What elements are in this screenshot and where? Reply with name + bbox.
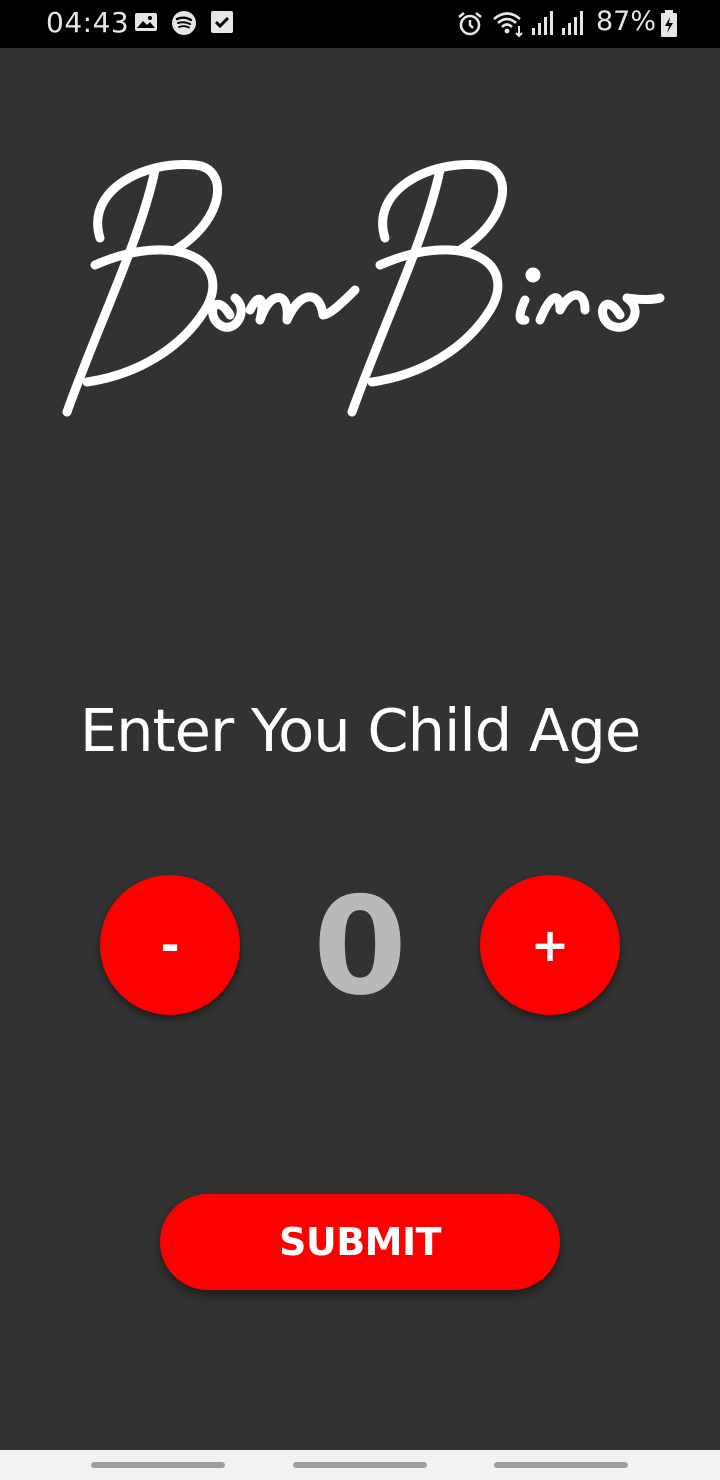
- signal-icon: [560, 10, 584, 41]
- battery-percent: 87%: [596, 6, 657, 37]
- decrement-label: -: [160, 918, 180, 972]
- wifi-icon: [492, 10, 526, 43]
- age-prompt-heading: Enter You Child Age: [79, 696, 641, 765]
- nav-home-button[interactable]: [293, 1462, 427, 1468]
- nav-recents-button[interactable]: [91, 1462, 225, 1468]
- increment-label: +: [530, 918, 570, 972]
- app-logo: [55, 150, 665, 430]
- alarm-icon: [456, 10, 484, 43]
- increment-age-button[interactable]: +: [480, 875, 620, 1015]
- signal-icon: [530, 10, 554, 41]
- status-time: 04:43: [46, 6, 130, 39]
- nav-back-button[interactable]: [494, 1462, 628, 1468]
- battery-charging-icon: [660, 10, 678, 43]
- decrement-age-button[interactable]: -: [100, 875, 240, 1015]
- submit-label: SUBMIT: [278, 1220, 442, 1264]
- spotify-icon: [171, 10, 197, 41]
- status-bar: 04:43 87%: [0, 0, 720, 48]
- system-nav-bar: [0, 1450, 720, 1480]
- submit-button[interactable]: SUBMIT: [160, 1194, 560, 1290]
- age-value: 0: [313, 868, 407, 1025]
- image-icon: [134, 10, 158, 39]
- checkbox-icon: [210, 10, 234, 39]
